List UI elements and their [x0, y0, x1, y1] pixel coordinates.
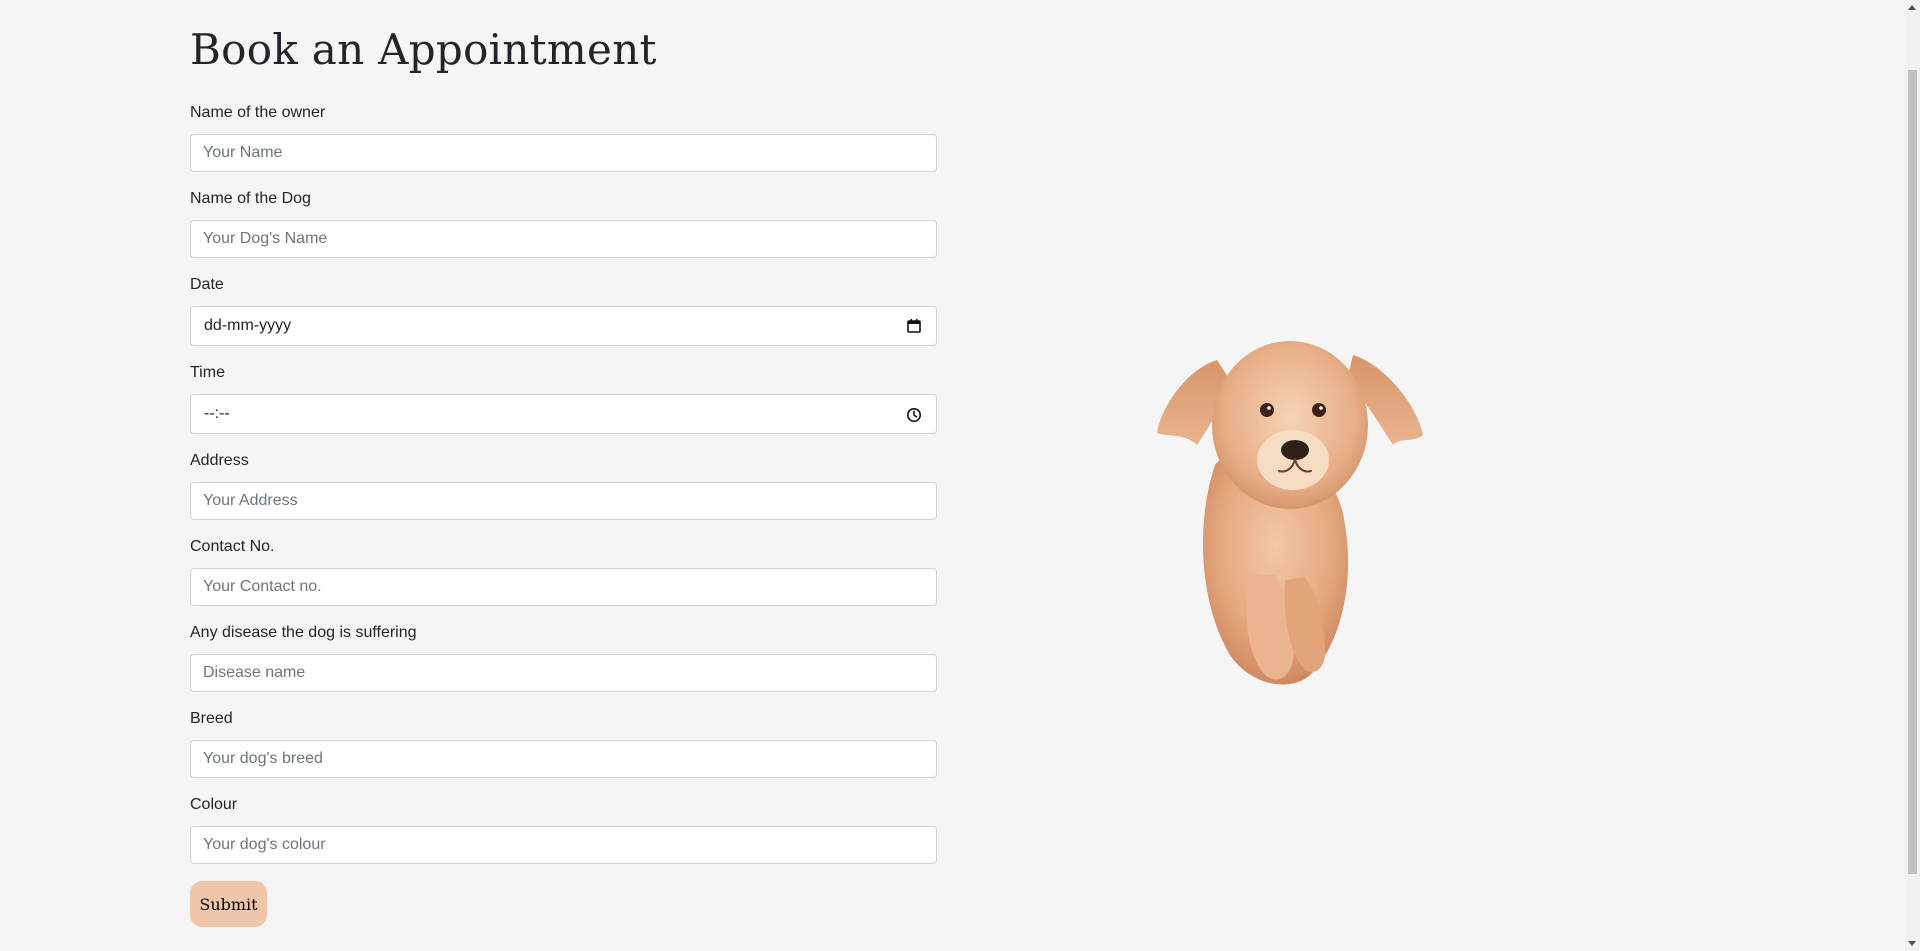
date-input[interactable]: dd-mm-yyyy: [190, 306, 937, 346]
puppy-image: [1155, 325, 1425, 695]
page-title: Book an Appointment: [190, 25, 657, 74]
contact-input[interactable]: [191, 569, 936, 605]
address-field-group: Address: [190, 451, 937, 520]
time-input[interactable]: --:--: [190, 394, 937, 434]
disease-input[interactable]: [191, 655, 936, 691]
date-value: dd-mm-yyyy: [204, 317, 292, 334]
page-scrollbar[interactable]: [1905, 0, 1920, 951]
disease-field-group: Any disease the dog is suffering: [190, 623, 937, 692]
dog-name-field-group: Name of the Dog: [190, 189, 937, 258]
colour-field-group: Colour: [190, 795, 937, 864]
breed-box: [190, 740, 937, 778]
contact-label: Contact No.: [190, 538, 275, 555]
owner-name-label: Name of the owner: [190, 104, 326, 121]
submit-button[interactable]: Submit: [190, 881, 267, 927]
page: Book an Appointment Name of the owner Na…: [0, 0, 1920, 951]
disease-label: Any disease the dog is suffering: [190, 624, 417, 641]
colour-box: [190, 826, 937, 864]
dog-name-box: [190, 220, 937, 258]
puppy-illustration: [1157, 341, 1423, 685]
address-box: [190, 482, 937, 520]
contact-field-group: Contact No.: [190, 537, 937, 606]
colour-input[interactable]: [191, 827, 936, 863]
disease-box: [190, 654, 937, 692]
scroll-down-icon[interactable]: [1908, 941, 1916, 946]
breed-input[interactable]: [191, 741, 936, 777]
clock-icon[interactable]: [906, 407, 922, 423]
dog-name-label: Name of the Dog: [190, 190, 311, 207]
breed-field-group: Breed: [190, 709, 937, 778]
date-field-group: Date dd-mm-yyyy: [190, 275, 937, 346]
owner-name-field-group: Name of the owner: [190, 103, 937, 172]
scrollbar-thumb[interactable]: [1908, 70, 1917, 874]
colour-label: Colour: [190, 796, 238, 813]
time-field-group: Time --:--: [190, 363, 937, 434]
time-value: --:--: [204, 405, 230, 422]
scroll-up-icon[interactable]: [1908, 5, 1916, 10]
owner-name-input[interactable]: [191, 135, 936, 171]
dog-name-input[interactable]: [191, 221, 936, 257]
contact-box: [190, 568, 937, 606]
time-label: Time: [190, 364, 225, 381]
date-label: Date: [190, 276, 224, 293]
address-input[interactable]: [191, 483, 936, 519]
address-label: Address: [190, 452, 249, 469]
breed-label: Breed: [190, 710, 233, 727]
calendar-icon[interactable]: [906, 318, 922, 334]
owner-name-box: [190, 134, 937, 172]
